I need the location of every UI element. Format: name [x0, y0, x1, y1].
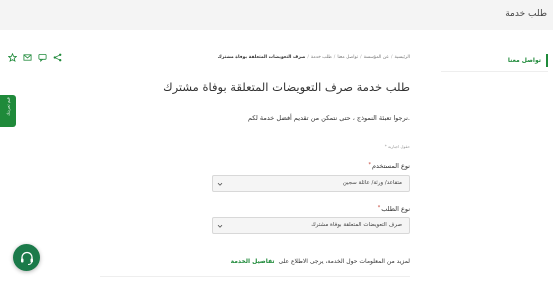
- headset-icon: [20, 251, 33, 265]
- support-chat-button[interactable]: [13, 244, 40, 271]
- chevron-down-icon: [217, 224, 223, 228]
- request-type-value: صرف التعويضات المتعلقة بوفاة مشترك: [311, 222, 402, 228]
- required-asterisk: *: [377, 205, 381, 211]
- service-details-link[interactable]: تفاصيل الخدمة: [231, 258, 275, 265]
- user-type-value: متقاعد/ ورثة/ عائلة سجين: [342, 180, 402, 186]
- breadcrumb: الرئيسية/عن المؤسسة/تواصل معنا/طلب خدمة/…: [217, 55, 411, 60]
- chat-icon[interactable]: [38, 53, 47, 62]
- sidebar-contact[interactable]: تواصل معنا: [441, 54, 548, 72]
- breadcrumb-about[interactable]: عن المؤسسة: [364, 55, 389, 60]
- user-type-select[interactable]: متقاعد/ ورثة/ عائلة سجين: [212, 175, 410, 192]
- more-info-text: لمزيد من المعلومات حول الخدمة، يرجى الاط…: [278, 258, 410, 265]
- share-icon[interactable]: [53, 53, 62, 62]
- required-note: * حقول اجبارية: [384, 144, 410, 149]
- page-title: طلب خدمة صرف التعويضات المتعلقة بوفاة مش…: [163, 80, 410, 94]
- page-tools: [8, 53, 62, 62]
- chevron-down-icon: [217, 182, 223, 186]
- sidebar-active-indicator: [546, 54, 548, 67]
- breadcrumb-current: صرف التعويضات المتعلقة بوفاة مشترك: [217, 55, 306, 60]
- email-icon[interactable]: [23, 53, 32, 62]
- breadcrumb-contact[interactable]: تواصل معنا: [337, 55, 358, 60]
- request-type-label-text: نوع الطلب: [381, 205, 410, 213]
- user-type-label-text: نوع المستخدم: [371, 162, 410, 170]
- divider: [100, 276, 410, 277]
- user-type-label: *نوع المستخدم: [368, 162, 410, 170]
- feedback-side-tab[interactable]: قيم تجربتك: [0, 95, 16, 127]
- star-icon[interactable]: [8, 53, 17, 62]
- breadcrumb-service-request[interactable]: طلب خدمة: [311, 55, 332, 60]
- request-type-label: *نوع الطلب: [378, 205, 410, 213]
- feedback-side-tab-label: قيم تجربتك: [5, 97, 11, 116]
- request-type-select[interactable]: صرف التعويضات المتعلقة بوفاة مشترك: [212, 217, 410, 234]
- form-intro: نرجوا تعبئة النموذج ، حتى نتمكن من تقديم…: [247, 114, 410, 122]
- required-asterisk: *: [368, 162, 371, 168]
- page-header-title: طلب خدمة: [505, 9, 547, 19]
- more-info: لمزيد من المعلومات حول الخدمة، يرجى الاط…: [231, 258, 410, 265]
- breadcrumb-home[interactable]: الرئيسية: [395, 55, 411, 60]
- sidebar-contact-label: تواصل معنا: [507, 57, 541, 64]
- header-bar: طلب خدمة: [0, 0, 553, 30]
